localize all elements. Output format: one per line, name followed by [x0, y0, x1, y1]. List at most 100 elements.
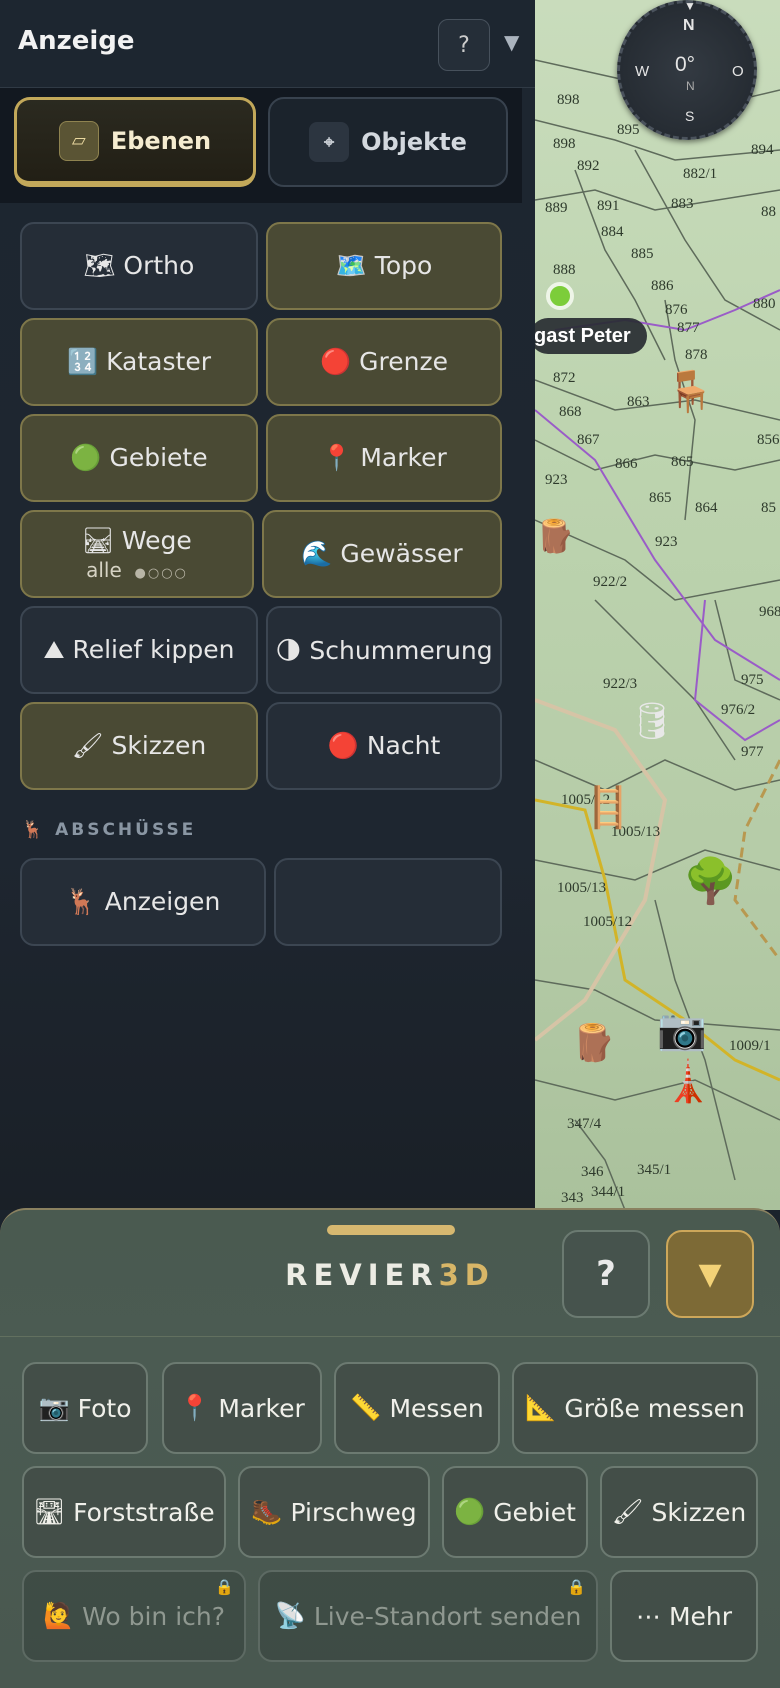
tool-groesse-messen-button[interactable]: 📐 Größe messen: [512, 1362, 758, 1454]
parcel-label: 883: [671, 196, 694, 212]
parcel-label: 922/2: [593, 574, 628, 590]
layer-toggle-gebiete[interactable]: 🟢 Gebiete: [20, 414, 258, 502]
layer-toggle-grenze[interactable]: 🔴 Grenze: [266, 318, 502, 406]
parcel-label: 1005/12: [583, 914, 633, 930]
layer-toggle-nacht[interactable]: 🔴 Nacht: [266, 702, 502, 790]
layer-label: Gewässer: [340, 539, 463, 568]
parcel-label: 88: [761, 204, 776, 220]
tool-label: Live-Standort senden: [313, 1601, 582, 1631]
parcel-label: 866: [615, 456, 638, 472]
bottom-sheet: REVIER3D ? ▼ 📷 Foto 📍 Marker 📏 Messen 📐 Größ…: [0, 1208, 780, 1688]
red-circle-icon: 🔴: [327, 731, 359, 760]
parcel-label: 977: [741, 744, 764, 760]
tool-pirschweg-button[interactable]: 🥾 Pirschweg: [238, 1466, 430, 1558]
hunting-seat-icon[interactable]: 🪑: [665, 372, 715, 412]
tab-objekte[interactable]: ⌖ Objekte: [268, 97, 508, 187]
layer-label: Relief kippen: [72, 635, 235, 664]
layer-toggle-ortho[interactable]: 🗺 Ortho: [20, 222, 258, 310]
parcel-label: 877: [677, 320, 700, 336]
display-panel: Anzeige ? ▼ ▱ Ebenen ⌖ Objekte 🗺 Ortho 🗺…: [0, 0, 535, 1210]
deer-icon: 🦌: [65, 887, 97, 916]
trail-camera-icon[interactable]: 📷: [657, 1010, 707, 1050]
tab-ebenen[interactable]: ▱ Ebenen: [14, 97, 256, 187]
compass-south: S: [685, 108, 695, 124]
parcel-label: 856: [757, 432, 780, 448]
abschuesse-show-button[interactable]: 🦌 Anzeigen: [20, 858, 266, 946]
empty-slot: [274, 858, 502, 946]
feeder-icon[interactable]: 🛢: [629, 704, 675, 740]
panel-header: Anzeige ? ▼: [0, 0, 535, 88]
parcel-label: 85: [761, 500, 776, 516]
compass-north: N: [683, 17, 695, 34]
tool-mehr-button[interactable]: ⋯ Mehr: [610, 1570, 758, 1662]
map-view[interactable]: 898 895 898 892 882/1 894 889 891 883 88…: [535, 0, 780, 1210]
tool-label: Forststraße: [73, 1497, 215, 1527]
parcel-label: 345/1: [637, 1162, 672, 1178]
divider: [0, 1336, 780, 1337]
tool-forststrasse-button[interactable]: 🛣 Forststraße: [22, 1466, 226, 1558]
sheet-help-button[interactable]: ?: [562, 1230, 650, 1318]
lock-icon: 🔒: [567, 1578, 586, 1596]
ladder-stand-icon[interactable]: 🪜: [583, 788, 633, 828]
layer-toggle-topo[interactable]: 🗺️ Topo: [266, 222, 502, 310]
numbers-icon: 🔢: [67, 347, 99, 376]
sheet-collapse-button[interactable]: ▼: [666, 1230, 754, 1318]
panel-help-button[interactable]: ?: [438, 19, 490, 71]
lock-icon: 🔒: [215, 1578, 234, 1596]
tool-skizzen-button[interactable]: 🖌 Skizzen: [600, 1466, 758, 1558]
layer-label: Topo: [374, 251, 433, 280]
parcel-label: 872: [553, 370, 576, 386]
parcel-label: 347/4: [567, 1116, 602, 1132]
tool-messen-button[interactable]: 📏 Messen: [334, 1362, 500, 1454]
deer-icon: 🦌: [22, 820, 47, 840]
layer-toggle-marker[interactable]: 📍 Marker: [266, 414, 502, 502]
parcel-label: 889: [545, 200, 568, 216]
crosshair-icon: ⌖: [309, 122, 350, 162]
tool-label: Messen: [389, 1393, 484, 1423]
parcel-label: 923: [655, 534, 678, 550]
layer-toggle-schummerung[interactable]: 🌗 Schummerung: [266, 606, 502, 694]
camera-icon: 📷: [38, 1393, 70, 1422]
brush-icon: 🖌: [611, 1497, 644, 1526]
parcel-label: 865: [649, 490, 672, 506]
layer-label: Skizzen: [111, 731, 207, 760]
parcel-label: 922/3: [603, 676, 638, 692]
pin-icon: 📍: [321, 443, 353, 472]
place-label[interactable]: gast Peter: [530, 318, 647, 354]
layer-label: Schummerung: [309, 635, 493, 665]
north-arrow-icon: ▼: [684, 0, 696, 13]
location-pin[interactable]: [546, 282, 574, 310]
hunting-tower-icon[interactable]: 🗼: [663, 1062, 713, 1102]
layer-label: Nacht: [366, 731, 441, 760]
layer-label: Gebiete: [109, 443, 208, 472]
panel-collapse-button[interactable]: ▼: [504, 30, 519, 54]
satellite-icon: 🗺: [83, 251, 116, 280]
tool-live-standort-button[interactable]: 🔒 📡 Live-Standort senden: [258, 1570, 598, 1662]
bush-icon: 🌳: [683, 856, 738, 907]
tool-wo-bin-ich-button[interactable]: 🔒 🙋 Wo bin ich?: [22, 1570, 246, 1662]
parcel-label: 894: [751, 142, 774, 158]
tool-marker-button[interactable]: 📍 Marker: [162, 1362, 322, 1454]
parcel-label: 976/2: [721, 702, 756, 718]
layer-toggle-gewaesser[interactable]: 🌊 Gewässer: [262, 510, 502, 598]
layer-toggle-relief[interactable]: ⛰ Relief kippen: [20, 606, 258, 694]
tool-foto-button[interactable]: 📷 Foto: [22, 1362, 148, 1454]
person-raising-hand-icon: 🙋: [42, 1601, 75, 1630]
post-marker-icon[interactable]: 🪵: [571, 1026, 616, 1062]
segment-control: ▱ Ebenen ⌖ Objekte: [0, 88, 522, 203]
tool-gebiet-button[interactable]: 🟢 Gebiet: [442, 1466, 588, 1558]
tool-label: Marker: [218, 1393, 305, 1423]
sheet-drag-handle[interactable]: [327, 1225, 455, 1235]
parcel-label: 865: [671, 454, 694, 470]
section-heading-abschuesse: 🦌 ABSCHÜSSE: [22, 820, 196, 840]
compass[interactable]: ▼ N W O 0° N S: [617, 0, 757, 140]
layer-toggle-skizzen[interactable]: 🖌 Skizzen: [20, 702, 258, 790]
parcel-label: 346: [581, 1164, 604, 1180]
parcel-label: 868: [559, 404, 582, 420]
boot-icon: 🥾: [251, 1497, 283, 1526]
tool-label: Mehr: [668, 1601, 733, 1631]
post-marker-icon[interactable]: 🪵: [535, 520, 575, 552]
layer-toggle-kataster[interactable]: 🔢 Kataster: [20, 318, 258, 406]
pin-icon: 📍: [179, 1393, 211, 1422]
layer-toggle-wege[interactable]: 🛤 Wege alle ●○○○: [20, 510, 254, 598]
